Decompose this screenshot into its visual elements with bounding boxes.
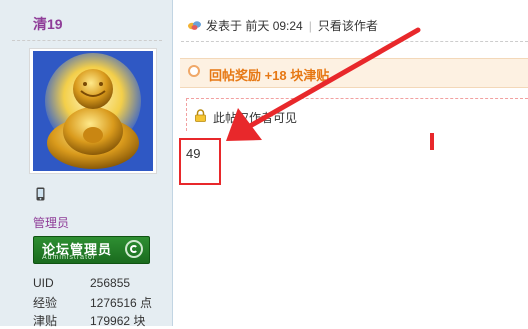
stat-label: UID <box>33 276 54 290</box>
user-sidebar: 清19 管理员 论坛管理员 Administrator UID 256855 经… <box>0 0 173 329</box>
annotation-highlight-box <box>179 138 221 185</box>
reply-reward-text: 回帖奖励 +18 块津贴 <box>209 68 330 83</box>
stat-label: 经验 <box>33 296 58 310</box>
badge-emblem-icon <box>125 240 143 258</box>
divider <box>181 41 528 42</box>
avatar[interactable] <box>29 48 157 174</box>
avatar-image <box>33 51 153 171</box>
stat-label: 津贴 <box>33 314 58 328</box>
mobile-phone-icon <box>36 187 45 204</box>
locked-notice-text: 此帖仅作者可见 <box>213 111 298 125</box>
reward-circle-icon <box>188 65 200 77</box>
separator: | <box>308 19 312 33</box>
stat-uid: UID 256855 <box>33 276 130 290</box>
lock-icon <box>195 109 206 122</box>
reply-reward-bar: 回帖奖励 +18 块津贴 <box>180 58 528 88</box>
online-status-icon <box>188 21 201 30</box>
post-time: 前天 09:24 <box>245 19 303 33</box>
stat-value[interactable]: 256855 <box>90 276 130 290</box>
locked-notice: 此帖仅作者可见 <box>186 98 528 131</box>
stat-allowance: 津贴 179962 块 <box>33 312 145 329</box>
annotation-red-mark <box>430 133 434 150</box>
posted-prefix: 发表于 <box>206 19 243 33</box>
user-role-link[interactable]: 管理员 <box>33 214 69 231</box>
stat-value: 1276516 点 <box>90 296 153 310</box>
only-author-link[interactable]: 只看该作者 <box>318 19 378 33</box>
badge-subtitle: Administrator <box>42 254 97 261</box>
stat-experience: 经验 1276516 点 <box>33 294 152 311</box>
username-link[interactable]: 清19 <box>33 14 63 34</box>
post-meta: 发表于 前天 09:24 | 只看该作者 <box>187 17 378 34</box>
admin-badge: 论坛管理员 Administrator <box>33 236 150 264</box>
divider <box>12 40 162 41</box>
